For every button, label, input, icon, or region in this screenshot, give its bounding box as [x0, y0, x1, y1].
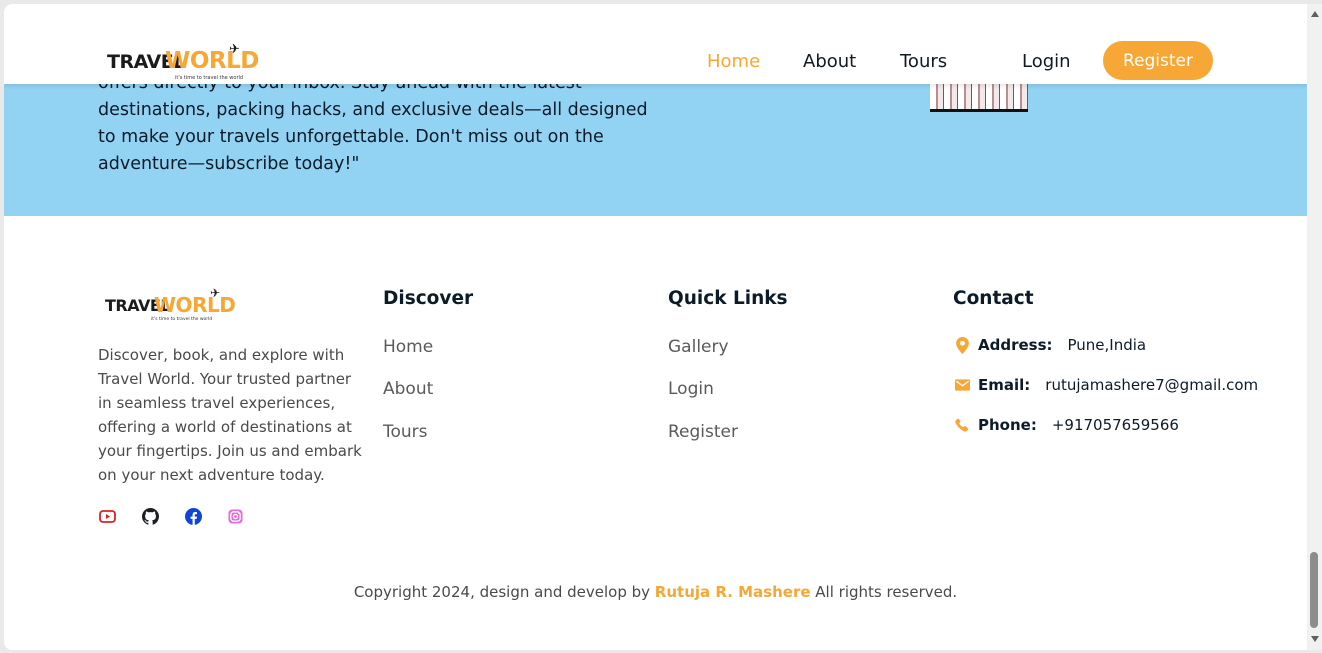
page-scrollbar[interactable] — [1307, 4, 1322, 650]
copyright-text: Copyright 2024, design and develop by Ru… — [4, 583, 1307, 601]
copyright-suffix: All rights reserved. — [815, 583, 958, 601]
footer-logo[interactable]: TRAVEL WORLD ✈ it's time to travel the w… — [105, 286, 236, 325]
browser-viewport: offers directly to your inbox. Stay ahea… — [4, 4, 1307, 650]
scroll-down-arrow-icon[interactable] — [1311, 636, 1319, 642]
plane-icon: ✈ — [229, 42, 240, 57]
newsletter-text: offers directly to your inbox. Stay ahea… — [98, 73, 648, 174]
newsletter-image — [930, 80, 1028, 112]
scroll-up-arrow-icon[interactable] — [1311, 11, 1319, 17]
register-button[interactable]: Register — [1103, 41, 1213, 80]
youtube-icon[interactable] — [98, 507, 116, 525]
logo-tagline: it's time to travel the world — [151, 317, 213, 322]
logo-word-world: WORLD — [165, 48, 259, 74]
nav-home[interactable]: Home — [707, 51, 760, 72]
contact-address: Address: Pune,India — [953, 336, 1146, 354]
phone-icon — [953, 416, 971, 434]
footer-link-gallery[interactable]: Gallery — [668, 337, 729, 357]
scroll-thumb[interactable] — [1310, 552, 1318, 628]
email-value[interactable]: rutujamashere7@gmail.com — [1045, 376, 1258, 394]
phone-label: Phone: — [978, 416, 1037, 434]
copyright-prefix: Copyright 2024, design and develop by — [353, 583, 651, 601]
phone-value[interactable]: +917057659566 — [1052, 416, 1179, 434]
header-logo[interactable]: TRAVEL WORLD ✈ it's time to travel the w… — [105, 42, 259, 84]
footer-link-tours[interactable]: Tours — [383, 422, 428, 442]
login-link[interactable]: Login — [1022, 51, 1071, 72]
address-label: Address: — [978, 336, 1053, 354]
contact-email: Email: rutujamashere7@gmail.com — [953, 376, 1258, 394]
discover-title: Discover — [383, 288, 474, 309]
mail-icon — [953, 376, 971, 394]
contact-phone: Phone: +917057659566 — [953, 416, 1179, 434]
github-icon[interactable] — [141, 507, 159, 525]
logo-tagline: it's time to travel the world — [175, 75, 244, 81]
facebook-icon[interactable] — [184, 507, 202, 525]
location-pin-icon — [953, 336, 971, 354]
nav-tours[interactable]: Tours — [900, 51, 947, 72]
footer-link-register[interactable]: Register — [668, 422, 738, 442]
quick-links-title: Quick Links — [668, 288, 788, 309]
instagram-icon[interactable] — [226, 507, 244, 525]
copyright-author: Rutuja R. Mashere — [654, 583, 811, 601]
address-value: Pune,India — [1067, 336, 1147, 354]
nav-about[interactable]: About — [803, 51, 856, 72]
contact-title: Contact — [953, 288, 1034, 309]
site-header: TRAVEL WORLD ✈ it's time to travel the w… — [4, 4, 1307, 84]
plane-icon: ✈ — [210, 286, 221, 300]
email-label: Email: — [978, 376, 1031, 394]
footer-link-login[interactable]: Login — [668, 379, 714, 399]
logo-word-world: WORLD — [154, 293, 236, 317]
footer-link-home[interactable]: Home — [383, 337, 433, 357]
footer-link-about[interactable]: About — [383, 379, 433, 399]
footer-about-text: Discover, book, and explore with Travel … — [98, 346, 362, 484]
